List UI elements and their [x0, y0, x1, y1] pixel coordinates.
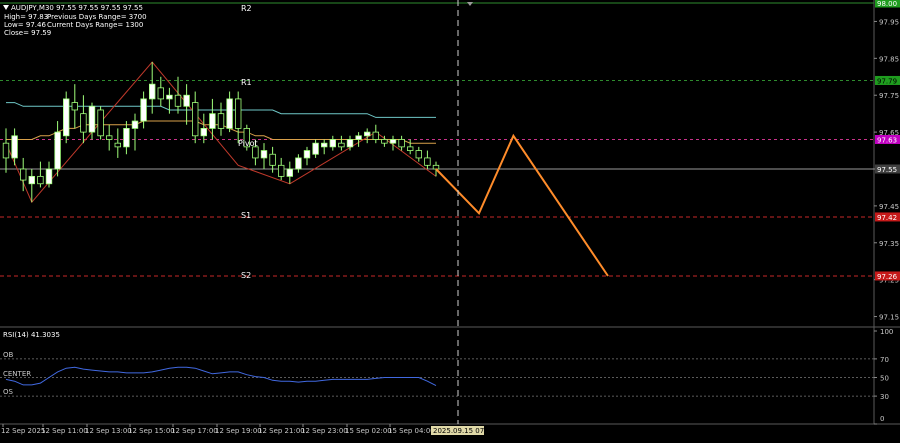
candle-body-down — [277, 164, 285, 177]
candle-body-up — [389, 139, 397, 144]
candle-body-up — [209, 113, 216, 129]
rsi-os-label: OS — [3, 388, 14, 396]
candle-body-down — [252, 146, 259, 159]
price-chart[interactable]: 97.9597.8597.7597.6597.5597.4597.3597.25… — [0, 0, 900, 439]
symbol-info-line: AUDJPY,M30 97.55 97.55 97.55 97.55 — [11, 4, 143, 12]
candle-body-up — [54, 131, 61, 170]
previous-days-range-label: Previous Days Range= 3700 — [47, 13, 147, 21]
rsi-center-label: CENTER — [3, 370, 31, 378]
time-tick-label: 12 Sep 2025 — [1, 427, 45, 435]
candle-body-up — [131, 120, 139, 129]
candle-body-up — [88, 105, 96, 133]
candle-body-down — [381, 139, 388, 144]
s1-label: S1 — [241, 211, 251, 220]
time-tick-label: 12 Sep 23:00 — [301, 427, 348, 435]
time-tick-label: 15 Sep 04:00 — [388, 427, 435, 435]
rsi-ob-label: OB — [3, 351, 14, 359]
candle-body-down — [191, 102, 199, 137]
s1-price-tag-text: 97.42 — [877, 214, 897, 222]
pivot-price-tag-text: 97.63 — [877, 136, 897, 144]
time-tick-label: 12 Sep 15:00 — [128, 427, 175, 435]
price-tick-label: 97.45 — [879, 203, 899, 211]
time-tick-label: 15 Sep 02:00 — [345, 427, 392, 435]
time-tick-label: 12 Sep 21:00 — [258, 427, 305, 435]
candle-body-down — [338, 142, 345, 148]
candle-body-up — [286, 168, 293, 177]
candle — [97, 106, 104, 140]
candle-body-down — [269, 153, 276, 166]
candle-body-up — [355, 135, 362, 140]
s2-price-tag-text: 97.26 — [877, 273, 898, 281]
candle-body-up — [260, 150, 268, 159]
low-label: Low= 97.46 — [4, 21, 46, 29]
candle-body-down — [406, 146, 414, 151]
candle-body-down — [398, 139, 405, 148]
candle-body-down — [217, 113, 225, 129]
r2-price-tag-text: 98.00 — [877, 0, 897, 8]
candle-body-down — [2, 142, 10, 159]
candle-body-down — [71, 102, 78, 111]
candle-body-down — [106, 135, 113, 140]
rsi-tick-label: 0 — [880, 415, 884, 423]
candle-body-up — [148, 83, 156, 100]
high-label: High= 97.83 — [4, 13, 48, 21]
rsi-tick-label: 100 — [880, 328, 893, 336]
r1-price-tag-text: 97.79 — [877, 77, 897, 85]
price-tick-label: 97.75 — [879, 92, 899, 100]
candle-body-up — [295, 157, 302, 170]
candle — [63, 91, 70, 144]
price-tick-label: 97.95 — [879, 18, 899, 26]
candle-body-down — [424, 157, 431, 166]
r1-label: R1 — [241, 78, 252, 87]
candle-body-up — [11, 135, 18, 159]
pivot-label: Pivot — [238, 139, 258, 148]
price-tick-label: 97.15 — [879, 314, 899, 322]
candle-body-down — [415, 150, 422, 159]
time-tick-label: 12 Sep 17:00 — [171, 427, 218, 435]
rsi-tick-label: 50 — [880, 375, 889, 383]
candle-body-up — [123, 128, 130, 148]
current-price-tag-text: 97.55 — [877, 166, 897, 174]
candle-body-up — [226, 98, 233, 129]
price-tick-label: 97.35 — [879, 240, 899, 248]
candle-body-up — [303, 150, 311, 159]
price-tick-label: 97.85 — [879, 55, 899, 63]
candle-body-down — [157, 87, 164, 100]
close-label: Close= 97.59 — [4, 29, 51, 37]
candle-body-down — [432, 164, 440, 170]
candle-body-up — [329, 139, 336, 148]
rsi-tick-label: 30 — [880, 393, 889, 401]
time-tick-label: 12 Sep 11:00 — [41, 427, 88, 435]
r2-label: R2 — [241, 4, 252, 13]
candle-body-down — [234, 98, 242, 129]
candle-body-up — [363, 131, 371, 137]
candle-body-down — [372, 131, 379, 140]
cursor-date-tag-text: 2025.09.15 07:30 — [433, 427, 495, 435]
chart-window[interactable]: 97.9597.8597.7597.6597.5597.4597.3597.25… — [0, 0, 900, 439]
time-tick-label: 12 Sep 13:00 — [85, 427, 132, 435]
candle-body-up — [312, 142, 319, 155]
candle-body-up — [320, 142, 328, 148]
candle-body-up — [200, 128, 207, 137]
candle-body-down — [19, 168, 27, 181]
candle-body-down — [80, 113, 87, 133]
candle-body-down — [114, 142, 121, 148]
candle-body-down — [174, 94, 182, 107]
candle-body-up — [346, 139, 354, 148]
candle-body-up — [183, 94, 190, 107]
candle-body-up — [140, 98, 147, 122]
candle-body-down — [37, 175, 44, 185]
rsi-title: RSI(14) 41.3035 — [3, 331, 60, 339]
rsi-tick-label: 70 — [880, 356, 889, 364]
candle-body-down — [97, 109, 104, 137]
candle-body-up — [45, 168, 53, 185]
candle-body-up — [63, 98, 70, 137]
s2-label: S2 — [241, 271, 251, 280]
current-days-range-label: Current Days Range= 1300 — [47, 21, 143, 29]
candle-body-up — [28, 175, 35, 185]
time-tick-label: 12 Sep 19:00 — [215, 427, 262, 435]
candle-body-up — [166, 94, 173, 100]
